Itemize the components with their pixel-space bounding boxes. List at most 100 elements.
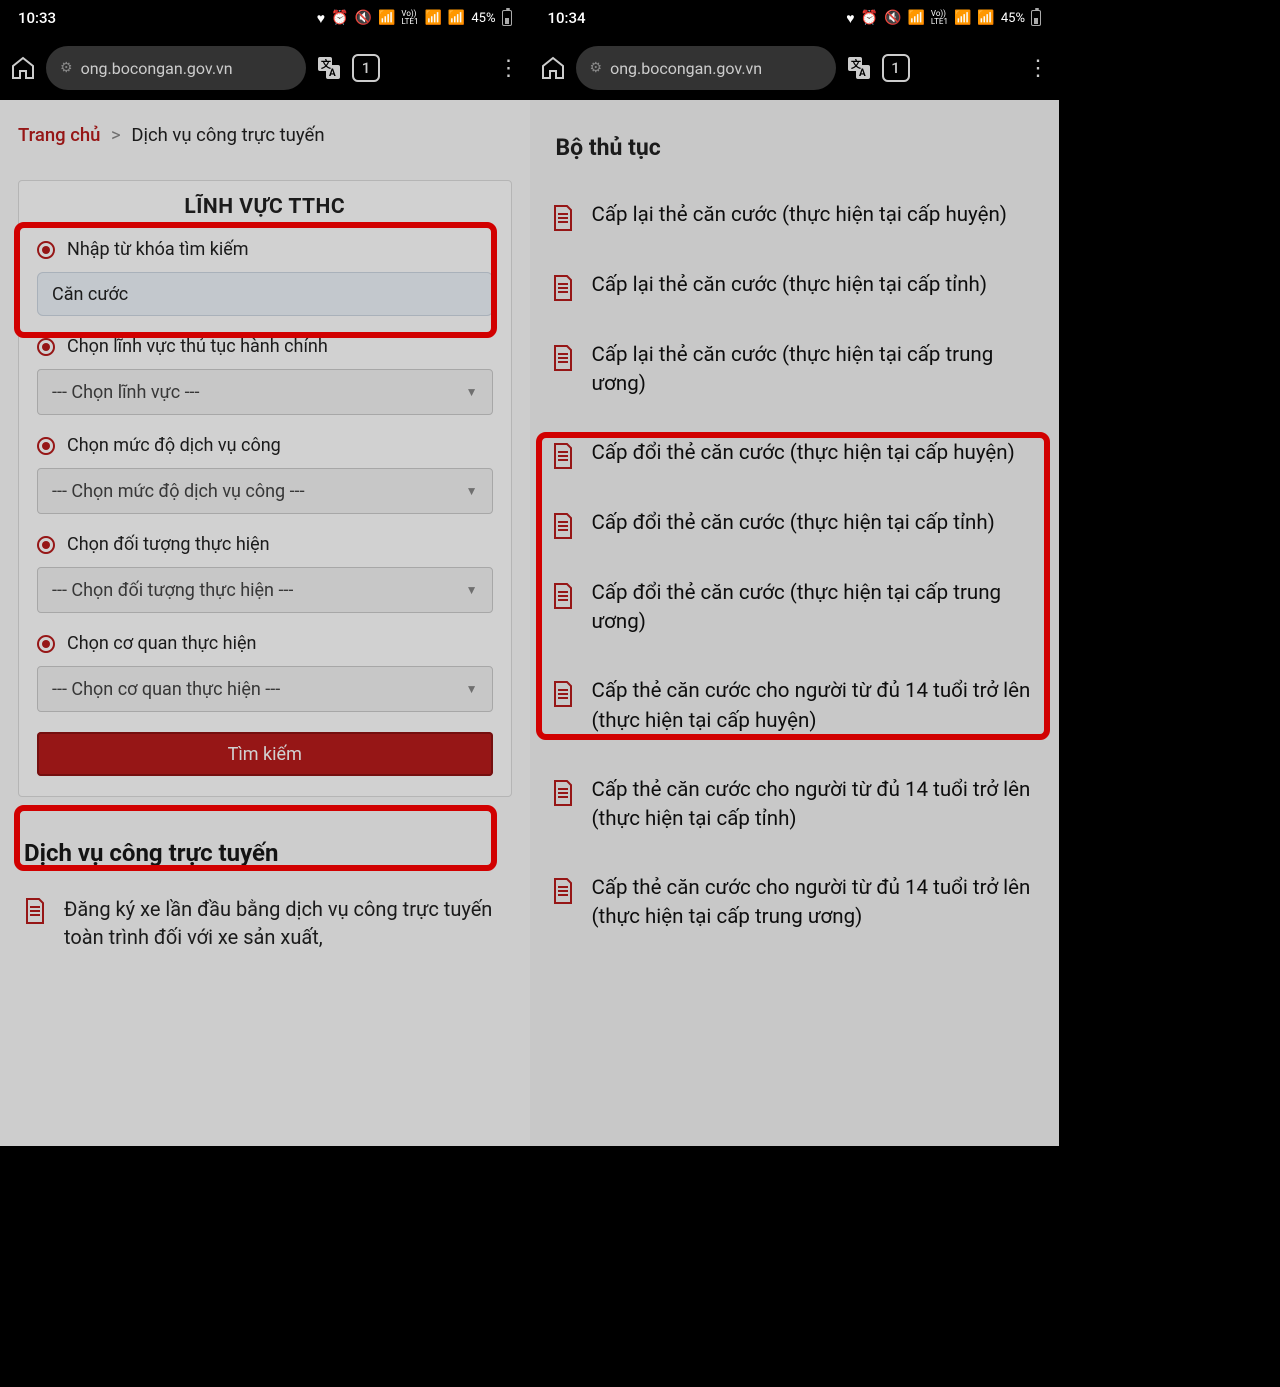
heart-icon: ♥	[846, 10, 854, 27]
status-time: 10:33	[18, 9, 56, 27]
battery-icon	[502, 10, 512, 26]
translate-icon[interactable]	[316, 55, 342, 81]
battery-icon	[1031, 10, 1041, 26]
doc-item[interactable]: Đăng ký xe lần đầu bằng dịch vụ công trự…	[18, 895, 512, 951]
search-card: LĨNH VỰC TTHC Nhập từ khóa tìm kiếm Chọn…	[18, 180, 512, 797]
search-keyword-block: Nhập từ khóa tìm kiếm	[19, 239, 511, 316]
procedure-item[interactable]: Cấp lại thẻ căn cước (thực hiện tại cấp …	[552, 181, 1038, 251]
section-heading: Dịch vụ công trực tuyến	[24, 839, 506, 867]
procedure-item[interactable]: Cấp lại thẻ căn cước (thực hiện tại cấp …	[552, 251, 1038, 321]
more-icon[interactable]: ⋮	[1027, 56, 1049, 81]
field-doituong-label: Chọn đối tượng thực hiện	[67, 534, 270, 555]
procedure-text: Cấp lại thẻ căn cước (thực hiện tại cấp …	[592, 341, 1038, 399]
procedure-item[interactable]: Cấp thẻ căn cước cho người từ đủ 14 tuổi…	[552, 756, 1038, 854]
radio-icon	[37, 536, 55, 554]
procedure-text: Cấp thẻ căn cước cho người từ đủ 14 tuổi…	[592, 677, 1038, 735]
select-coquan[interactable]: --- Chọn cơ quan thực hiện --- ▼	[37, 666, 493, 712]
procedures-list: Cấp lại thẻ căn cước (thực hiện tại cấp …	[530, 181, 1060, 952]
status-bar: 10:33 ♥ ⏰ 🔇 📶 Vo))LTE1 📶 📶 45%	[0, 0, 530, 36]
battery-percent: 45%	[471, 11, 495, 26]
procedure-item[interactable]: Cấp thẻ căn cước cho người từ đủ 14 tuổi…	[552, 657, 1038, 755]
doc-icon	[24, 898, 46, 924]
tab-count[interactable]: 1	[352, 54, 380, 82]
alarm-icon: ⏰	[331, 10, 348, 26]
home-icon[interactable]	[540, 55, 566, 81]
translate-icon[interactable]	[846, 55, 872, 81]
doc-icon	[552, 345, 574, 371]
mute-icon: 🔇	[884, 10, 901, 26]
chevron-down-icon: ▼	[466, 484, 478, 498]
select-doituong[interactable]: --- Chọn đối tượng thực hiện --- ▼	[37, 567, 493, 613]
doc-icon	[552, 780, 574, 806]
page-content-right: Bộ thủ tục Cấp lại thẻ căn cước (thực hi…	[530, 100, 1060, 1146]
radio-icon	[37, 338, 55, 356]
procedure-text: Cấp đổi thẻ căn cước (thực hiện tại cấp …	[592, 509, 995, 539]
search-button[interactable]: Tìm kiếm	[37, 732, 493, 776]
signal-icon: 📶	[424, 10, 441, 26]
chevron-down-icon: ▼	[466, 682, 478, 696]
breadcrumb-sep: >	[111, 124, 121, 146]
url-bar[interactable]: ⚙ ong.bocongan.gov.vn	[576, 46, 836, 90]
field-doituong: Chọn đối tượng thực hiện --- Chọn đối tư…	[19, 534, 511, 613]
radio-icon	[37, 241, 55, 259]
wifi-icon: 📶	[907, 10, 924, 26]
doc-icon	[552, 681, 574, 707]
procedure-text: Cấp đổi thẻ căn cước (thực hiện tại cấp …	[592, 439, 1015, 469]
procedure-text: Cấp lại thẻ căn cước (thực hiện tại cấp …	[592, 201, 1007, 231]
doc-icon	[552, 205, 574, 231]
select-mucdo[interactable]: --- Chọn mức độ dịch vụ công --- ▼	[37, 468, 493, 514]
select-linhvuc[interactable]: --- Chọn lĩnh vực --- ▼	[37, 369, 493, 415]
procedures-title: Bộ thủ tục	[530, 120, 1060, 181]
doc-icon	[552, 443, 574, 469]
field-linhvuc: Chọn lĩnh vực thủ tục hành chính --- Chọ…	[19, 336, 511, 415]
search-input[interactable]	[37, 272, 493, 316]
volte-icon: Vo))LTE1	[931, 10, 948, 26]
procedure-item[interactable]: Cấp đổi thẻ căn cước (thực hiện tại cấp …	[552, 489, 1038, 559]
site-settings-icon: ⚙	[590, 60, 603, 76]
more-icon[interactable]: ⋮	[498, 56, 520, 81]
battery-percent: 45%	[1001, 11, 1025, 26]
card-title: LĨNH VỰC TTHC	[19, 195, 511, 219]
procedure-item[interactable]: Cấp đổi thẻ căn cước (thực hiện tại cấp …	[552, 559, 1038, 657]
site-settings-icon: ⚙	[60, 60, 73, 76]
procedure-item[interactable]: Cấp lại thẻ căn cước (thực hiện tại cấp …	[552, 321, 1038, 419]
browser-toolbar: ⚙ ong.bocongan.gov.vn 1 ⋮	[530, 36, 1060, 100]
chevron-down-icon: ▼	[466, 385, 478, 399]
home-icon[interactable]	[10, 55, 36, 81]
url-text: ong.bocongan.gov.vn	[81, 59, 233, 78]
status-bar: 10:34 ♥ ⏰ 🔇 📶 Vo))LTE1 📶 📶 45%	[530, 0, 1060, 36]
field-coquan: Chọn cơ quan thực hiện --- Chọn cơ quan …	[19, 633, 511, 712]
procedure-text: Cấp thẻ căn cước cho người từ đủ 14 tuổi…	[592, 874, 1038, 932]
status-time: 10:34	[548, 9, 586, 27]
field-linhvuc-label: Chọn lĩnh vực thủ tục hành chính	[67, 336, 328, 357]
breadcrumb-current: Dịch vụ công trực tuyến	[131, 124, 324, 146]
doc-icon	[552, 513, 574, 539]
tab-count[interactable]: 1	[882, 54, 910, 82]
wifi-icon: 📶	[378, 10, 395, 26]
procedure-item[interactable]: Cấp thẻ căn cước cho người từ đủ 14 tuổi…	[552, 854, 1038, 952]
alarm-icon: ⏰	[861, 10, 878, 26]
signal-icon-2: 📶	[448, 10, 465, 26]
procedure-text: Cấp đổi thẻ căn cước (thực hiện tại cấp …	[592, 579, 1038, 637]
url-text: ong.bocongan.gov.vn	[610, 59, 762, 78]
breadcrumb-home[interactable]: Trang chủ	[18, 124, 100, 146]
heart-icon: ♥	[317, 10, 325, 27]
breadcrumb: Trang chủ > Dịch vụ công trực tuyến	[18, 124, 512, 146]
browser-toolbar: ⚙ ong.bocongan.gov.vn 1 ⋮	[0, 36, 530, 100]
search-keyword-label: Nhập từ khóa tìm kiếm	[67, 239, 249, 260]
doc-icon	[552, 583, 574, 609]
chevron-down-icon: ▼	[466, 583, 478, 597]
field-mucdo-label: Chọn mức độ dịch vụ công	[67, 435, 281, 456]
url-bar[interactable]: ⚙ ong.bocongan.gov.vn	[46, 46, 306, 90]
doc-icon	[552, 878, 574, 904]
doc-item-text: Đăng ký xe lần đầu bằng dịch vụ công trự…	[64, 895, 506, 951]
signal-icon-2: 📶	[977, 10, 994, 26]
signal-icon: 📶	[954, 10, 971, 26]
radio-icon	[37, 635, 55, 653]
page-content-left: Trang chủ > Dịch vụ công trực tuyến LĨNH…	[0, 100, 530, 1146]
procedure-text: Cấp thẻ căn cước cho người từ đủ 14 tuổi…	[592, 776, 1038, 834]
procedure-text: Cấp lại thẻ căn cước (thực hiện tại cấp …	[592, 271, 988, 301]
field-mucdo: Chọn mức độ dịch vụ công --- Chọn mức độ…	[19, 435, 511, 514]
procedure-item[interactable]: Cấp đổi thẻ căn cước (thực hiện tại cấp …	[552, 419, 1038, 489]
field-coquan-label: Chọn cơ quan thực hiện	[67, 633, 256, 654]
